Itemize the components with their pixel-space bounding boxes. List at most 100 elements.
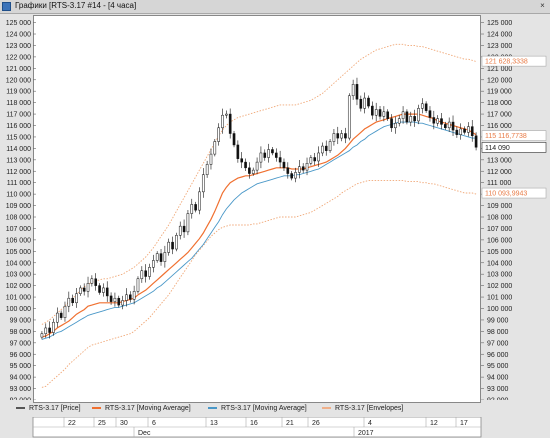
legend-label: RTS-3.17 [Moving Average] — [221, 405, 307, 412]
candle-body — [305, 163, 309, 171]
candle-body — [428, 110, 432, 118]
candle-body — [155, 253, 159, 261]
candle-body — [236, 144, 240, 159]
candle-body — [351, 84, 355, 97]
y-tick-label-right: 118 000 — [487, 100, 512, 107]
y-tick-label-left: 98 000 — [10, 329, 32, 336]
y-tick-label-left: 106 000 — [6, 237, 31, 244]
y-tick-label-left: 102 000 — [6, 283, 31, 290]
y-tick-label-left: 100 000 — [6, 306, 31, 313]
legend-label: RTS-3.17 [Price] — [29, 405, 81, 412]
y-tick-label-left: 119 000 — [6, 89, 31, 96]
candle-body — [132, 291, 136, 300]
y-tick-label-left: 93 000 — [10, 386, 32, 393]
candle-body — [71, 297, 74, 304]
y-tick-label-right: 123 000 — [487, 43, 512, 50]
candle-body — [190, 204, 194, 214]
y-tick-label-right: 113 000 — [487, 157, 512, 164]
candle-body — [67, 297, 71, 307]
y-tick-label-left: 95 000 — [10, 363, 32, 370]
y-tick-label-left: 105 000 — [6, 249, 31, 256]
legend-label: RTS-3.17 [Moving Average] — [105, 405, 191, 412]
candle-body — [113, 297, 117, 302]
y-tick-label-right: 124 000 — [487, 32, 512, 39]
x-tick-label-day: 13 — [210, 420, 218, 427]
legend-item: RTS-3.17 [Envelopes] — [322, 402, 403, 416]
candle-body — [82, 287, 86, 292]
candle-body — [474, 135, 478, 148]
candle-body — [321, 145, 324, 154]
candle-body — [40, 333, 44, 338]
candle-body — [55, 312, 59, 323]
y-tick-label-right: 119 000 — [487, 89, 512, 96]
legend-swatch — [322, 407, 331, 410]
time-axis: 22 25 30 6 13 16 21 26 4 12 17 Dec 2017 — [32, 417, 482, 438]
y-tick-label-right: 94 000 — [487, 375, 509, 382]
candle-body — [198, 191, 201, 211]
candle-body — [205, 164, 209, 175]
candle-body — [94, 278, 98, 286]
candle-body — [382, 111, 386, 117]
candle-body — [75, 293, 78, 304]
legend-swatch — [92, 407, 101, 410]
candle-body — [459, 128, 463, 135]
x-tick-label-day: 25 — [98, 420, 106, 427]
y-tick-label-left: 115 000 — [6, 134, 31, 141]
y-tick-label-left: 116 000 — [6, 123, 31, 130]
price-chart[interactable]: 92 000 92 000 93 000 93 000 94 000 94 000 95 0… — [0, 14, 550, 400]
y-tick-label-right: 125 000 — [487, 20, 512, 27]
y-tick-label-left: 125 000 — [6, 20, 31, 27]
candle-body — [324, 145, 328, 151]
x-tick-label-day: 26 — [312, 420, 320, 427]
candle-body — [432, 117, 436, 124]
candle-body — [447, 121, 451, 129]
legend-item: RTS-3.17 [Moving Average] — [208, 402, 307, 416]
candle-body — [328, 141, 332, 151]
y-tick-label-right: 107 000 — [487, 226, 512, 233]
candle-body — [263, 152, 267, 158]
y-tick-label-left: 124 000 — [6, 32, 31, 39]
candle-body — [344, 133, 347, 139]
candle-body — [109, 295, 113, 302]
x-tick-label-day: 30 — [120, 420, 128, 427]
y-tick-label-right: 106 000 — [487, 237, 512, 244]
y-tick-label-left: 103 000 — [6, 272, 31, 279]
candle-body — [148, 267, 151, 277]
candle-body — [232, 133, 236, 146]
candle-body — [409, 116, 413, 123]
candle-body — [175, 235, 178, 250]
y-tick-label-left: 92 000 — [10, 398, 32, 401]
candle-body — [347, 95, 351, 139]
candle-body — [451, 121, 455, 131]
candle-body — [444, 124, 447, 129]
candle-body — [467, 126, 470, 133]
candle-body — [86, 283, 90, 292]
candle-body — [201, 174, 205, 193]
y-tick-label-right: 105 000 — [487, 249, 512, 256]
y-tick-label-right: 104 000 — [487, 260, 512, 267]
chart-window-icon — [2, 2, 11, 11]
y-tick-label-right: 93 000 — [487, 386, 509, 393]
candle-body — [171, 241, 174, 250]
candle-body — [259, 152, 263, 163]
y-tick-label-left: 99 000 — [10, 317, 32, 324]
y-tick-label-left: 111 000 — [7, 180, 31, 187]
y-tick-label-left: 123 000 — [6, 43, 31, 50]
y-tick-label-right: 116 000 — [487, 123, 512, 130]
y-tick-label-right: 112 000 — [487, 169, 512, 176]
candle-body — [44, 327, 48, 334]
x-tick-label-month: Dec — [138, 430, 151, 437]
candle-body — [309, 157, 313, 164]
candle-body — [290, 173, 293, 179]
candle-body — [436, 118, 439, 124]
candle-body — [48, 327, 51, 333]
candle-body — [163, 252, 167, 262]
candle-body — [470, 126, 474, 137]
candle-body — [255, 161, 259, 171]
y-tick-label-left: 112 000 — [6, 169, 31, 176]
close-icon[interactable]: × — [537, 1, 548, 11]
y-tick-label-left: 121 000 — [6, 66, 31, 73]
candle-body — [274, 152, 278, 158]
candle-body — [144, 270, 147, 277]
candle-body — [386, 111, 390, 119]
